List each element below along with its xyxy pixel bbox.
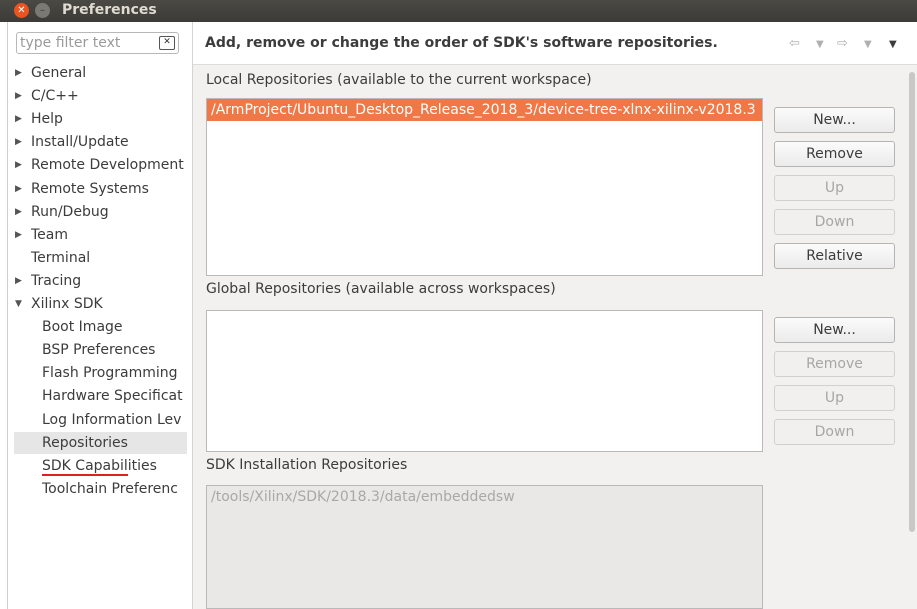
tree-item[interactable]: ▶ Remote Development bbox=[8, 154, 192, 176]
tree-item-label: Run/Debug bbox=[31, 204, 109, 220]
collapsed-arrow-icon[interactable]: ▶ bbox=[15, 108, 25, 130]
tree-item[interactable]: ▼ Xilinx SDK bbox=[8, 293, 192, 315]
tree-item-label: Remote Development bbox=[31, 157, 184, 173]
tree-item-label: Toolchain Preferenc bbox=[42, 481, 178, 497]
collapsed-arrow-icon[interactable]: ▶ bbox=[15, 201, 25, 223]
tree-item-label: BSP Preferences bbox=[42, 342, 156, 358]
tree-item-label: Boot Image bbox=[42, 319, 123, 335]
global-up-button[interactable]: Up bbox=[774, 385, 895, 411]
global-repositories-list[interactable] bbox=[206, 310, 763, 452]
tree-item[interactable]: ▶ Run/Debug bbox=[8, 201, 192, 223]
tree-item[interactable]: Log Information Lev bbox=[8, 409, 192, 431]
tree-item-label: Flash Programming bbox=[42, 365, 178, 381]
tree-item-label: General bbox=[31, 65, 87, 81]
preferences-tree-pane: ✕ ▶ General ▶ C/C++ ▶ Help ▶ Install/Update ▶ Rem… bbox=[8, 22, 193, 609]
back-menu-chevron-icon[interactable]: ▼ bbox=[816, 39, 824, 50]
background-window-strip bbox=[0, 22, 8, 609]
close-window-button[interactable]: ✕ bbox=[14, 3, 29, 18]
collapsed-arrow-icon[interactable]: ▶ bbox=[15, 224, 25, 246]
page-scrollbar-thumb[interactable] bbox=[909, 72, 915, 532]
view-menu-icon[interactable]: ▼ bbox=[889, 39, 897, 50]
tree-item-label: Help bbox=[31, 111, 63, 127]
forward-menu-chevron-icon[interactable]: ▼ bbox=[864, 39, 872, 50]
page-description: Add, remove or change the order of SDK's… bbox=[205, 35, 718, 51]
tree-item[interactable]: Toolchain Preferenc bbox=[8, 478, 192, 500]
tree-item-label: Install/Update bbox=[31, 134, 129, 150]
tree-item-label: C/C++ bbox=[31, 88, 79, 104]
clear-filter-icon[interactable]: ✕ bbox=[159, 36, 175, 50]
install-repositories-list: /tools/Xilinx/SDK/2018.3/data/embeddedsw bbox=[206, 485, 763, 609]
tree-item[interactable]: ▶ Tracing bbox=[8, 270, 192, 292]
tree-item-label: Remote Systems bbox=[31, 181, 149, 197]
selection-underline bbox=[42, 474, 128, 476]
expanded-arrow-icon[interactable]: ▼ bbox=[15, 293, 25, 315]
back-arrow-icon[interactable]: ⇦ bbox=[789, 36, 800, 51]
window-title: Preferences bbox=[62, 2, 157, 18]
local-repositories-list[interactable]: /ArmProject/Ubuntu_Desktop_Release_2018_… bbox=[206, 98, 763, 276]
filter-input[interactable] bbox=[17, 34, 155, 52]
tree-item[interactable]: ▶ C/C++ bbox=[8, 85, 192, 107]
local-remove-button[interactable]: Remove bbox=[774, 141, 895, 167]
local-up-button[interactable]: Up bbox=[774, 175, 895, 201]
local-repository-item[interactable]: /ArmProject/Ubuntu_Desktop_Release_2018_… bbox=[207, 99, 762, 121]
page-header: Add, remove or change the order of SDK's… bbox=[193, 22, 917, 65]
global-new-button[interactable]: New... bbox=[774, 317, 895, 343]
collapsed-arrow-icon[interactable]: ▶ bbox=[15, 154, 25, 176]
local-new-button[interactable]: New... bbox=[774, 107, 895, 133]
title-bar: ✕ – Preferences bbox=[0, 0, 917, 22]
tree-item[interactable]: ▶ General bbox=[8, 62, 192, 84]
global-repositories-label: Global Repositories (available across wo… bbox=[206, 281, 556, 297]
forward-arrow-icon[interactable]: ⇨ bbox=[837, 36, 848, 51]
collapsed-arrow-icon[interactable]: ▶ bbox=[15, 178, 25, 200]
local-relative-button[interactable]: Relative bbox=[774, 243, 895, 269]
global-remove-button[interactable]: Remove bbox=[774, 351, 895, 377]
collapsed-arrow-icon[interactable]: ▶ bbox=[15, 270, 25, 292]
collapsed-arrow-icon[interactable]: ▶ bbox=[15, 85, 25, 107]
repositories-page: Add, remove or change the order of SDK's… bbox=[193, 22, 917, 609]
install-repository-item: /tools/Xilinx/SDK/2018.3/data/embeddedsw bbox=[211, 489, 515, 505]
tree-item[interactable]: ▶ Team bbox=[8, 224, 192, 246]
tree-item[interactable]: Terminal bbox=[8, 247, 192, 269]
minimize-window-button[interactable]: – bbox=[35, 3, 50, 18]
tree-item[interactable]: Flash Programming bbox=[8, 362, 192, 384]
global-down-button[interactable]: Down bbox=[774, 419, 895, 445]
tree-item-label: Terminal bbox=[31, 250, 91, 266]
tree-item-label: Repositories bbox=[42, 435, 128, 451]
install-repositories-label: SDK Installation Repositories bbox=[206, 457, 408, 473]
tree-item-label: Log Information Lev bbox=[42, 412, 182, 428]
tree-item[interactable]: BSP Preferences bbox=[8, 339, 192, 361]
tree-item[interactable]: ▶ Help bbox=[8, 108, 192, 130]
local-repositories-label: Local Repositories (available to the cur… bbox=[206, 72, 592, 88]
tree-item[interactable]: Hardware Specificat bbox=[8, 385, 192, 407]
tree-item-label: Tracing bbox=[31, 273, 82, 289]
page-scrollbar[interactable] bbox=[907, 66, 917, 536]
tree-item-label: Team bbox=[31, 227, 69, 243]
collapsed-arrow-icon[interactable]: ▶ bbox=[15, 62, 25, 84]
collapsed-arrow-icon[interactable]: ▶ bbox=[15, 131, 25, 153]
tree-item-label: Xilinx SDK bbox=[31, 296, 103, 312]
tree-item[interactable]: Boot Image bbox=[8, 316, 192, 338]
tree-item[interactable]: Repositories bbox=[14, 432, 187, 454]
tree-item[interactable]: ▶ Remote Systems bbox=[8, 178, 192, 200]
tree-item[interactable]: ▶ Install/Update bbox=[8, 131, 192, 153]
filter-field[interactable]: ✕ bbox=[16, 32, 179, 54]
local-down-button[interactable]: Down bbox=[774, 209, 895, 235]
tree-item-label: Hardware Specificat bbox=[42, 388, 183, 404]
